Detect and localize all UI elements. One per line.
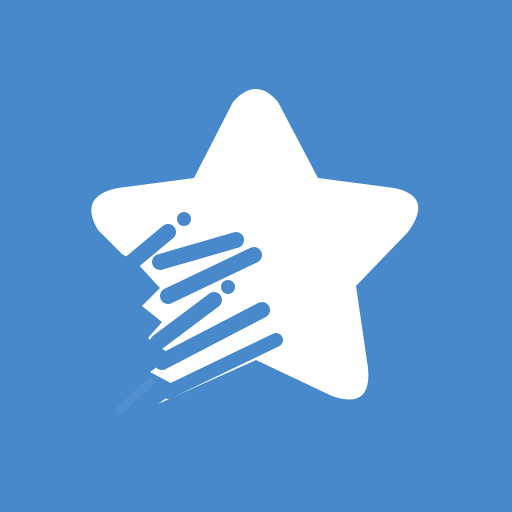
star-trail [116,378,154,414]
speed-dot-2 [221,280,235,294]
speed-dot-1 [177,212,191,226]
app-icon-tile [0,0,512,512]
shooting-star-icon [91,89,419,414]
